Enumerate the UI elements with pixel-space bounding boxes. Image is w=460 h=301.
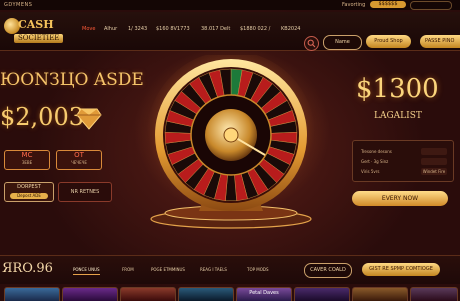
search-button[interactable] bbox=[304, 36, 319, 51]
game-thumb[interactable] bbox=[410, 287, 458, 301]
nav-item-3[interactable]: $160 8V1773 bbox=[156, 26, 190, 32]
detail-row-label: Gert · 3g Sinz bbox=[361, 159, 389, 164]
game-thumb[interactable] bbox=[294, 287, 350, 301]
tab-1[interactable]: FROM bbox=[122, 267, 134, 272]
detail-row: Viris 5vrs Windet Fire bbox=[361, 167, 449, 176]
tab-0[interactable]: PONCE UNUS bbox=[73, 267, 100, 275]
nav-item-2[interactable]: 1/ 3243 bbox=[128, 26, 147, 32]
stat-label-1: ЗЕВЕ bbox=[21, 160, 33, 165]
logo-line-2: SOCIETIEE bbox=[14, 34, 64, 43]
search-icon bbox=[307, 39, 316, 48]
game-thumb[interactable] bbox=[120, 287, 176, 301]
nav-item-6[interactable]: KB2024 bbox=[281, 26, 300, 32]
game-thumb[interactable] bbox=[178, 287, 234, 301]
diamond-icon bbox=[76, 108, 102, 130]
name-button[interactable]: Name bbox=[323, 35, 362, 50]
game-thumb-label: Petal Daves bbox=[249, 290, 279, 296]
game-thumb[interactable] bbox=[352, 287, 408, 301]
detail-row-value[interactable] bbox=[421, 158, 447, 165]
every-now-button[interactable]: EVERY NOW bbox=[352, 191, 448, 206]
deposit-button[interactable]: DORPEST Depost ADE bbox=[4, 182, 54, 202]
nav-item-1[interactable]: Alhur bbox=[104, 26, 117, 32]
detail-row-value[interactable]: Windet Fire bbox=[421, 168, 447, 175]
game-thumb[interactable] bbox=[62, 287, 118, 301]
shop-button[interactable]: Proud Shop bbox=[366, 35, 411, 48]
top-bar: GDYMENS Favorting $$$$$$ bbox=[0, 0, 460, 10]
jackpot-label: LAGALIST bbox=[374, 111, 422, 121]
jackpot-amount: $1300 bbox=[356, 74, 439, 104]
account-balance-button[interactable]: $$$$$$ bbox=[370, 1, 406, 8]
game-thumbnails: Petal Daves bbox=[0, 287, 460, 301]
detail-row: Gert · 3g Sinz bbox=[361, 157, 449, 166]
retry-button[interactable]: NR RETNES bbox=[58, 182, 112, 202]
detail-row-label: Viris 5vrs bbox=[361, 169, 380, 174]
tab-2[interactable]: POGE ETMMINUS bbox=[151, 267, 185, 272]
pass-button[interactable]: PASSE PINO bbox=[420, 35, 460, 48]
wheel-center-cap bbox=[223, 127, 239, 143]
game-thumb[interactable]: Petal Daves bbox=[236, 287, 292, 301]
roulette-wheel[interactable] bbox=[145, 55, 317, 235]
jackpot-details: Tresone desons Gert · 3g Sinz Viris 5vrs… bbox=[352, 140, 454, 182]
stat-value-2: OT bbox=[74, 151, 84, 159]
detail-row: Tresone desons bbox=[361, 147, 449, 156]
bottom-title: ЯRO.96 bbox=[2, 261, 53, 276]
deposit-sub-button[interactable]: Depost ADE bbox=[10, 193, 48, 199]
favorites-link[interactable]: Favorting bbox=[342, 2, 365, 8]
nav-item-4[interactable]: 38.017 Delt bbox=[201, 26, 230, 32]
nav-item-0[interactable]: Move bbox=[82, 26, 95, 32]
hero-title: ЮОNЗЦО ASDE bbox=[0, 70, 144, 90]
nav-item-5[interactable]: $1880 022 / bbox=[240, 26, 270, 32]
detail-row-value[interactable] bbox=[421, 148, 447, 155]
stat-label-2: ЧЕЧЕЧЕ bbox=[71, 160, 87, 165]
deposit-label: DORPEST bbox=[17, 184, 41, 190]
cover-button[interactable]: CAVER COALD bbox=[304, 263, 352, 278]
hero-amount: $2,003 bbox=[0, 103, 84, 131]
logo-line-1: CASH bbox=[18, 18, 54, 31]
tab-3[interactable]: REAG I TAELS bbox=[200, 267, 227, 272]
user-menu-button[interactable] bbox=[410, 1, 452, 10]
detail-row-label: Tresone desons bbox=[361, 149, 392, 154]
bottom-bar: ЯRO.96 PONCE UNUS FROM POGE ETMMINUS REA… bbox=[0, 255, 460, 284]
tab-4[interactable]: TOP MODS bbox=[247, 267, 269, 272]
main-header: CASH SOCIETIEE Move Alhur 1/ 3243 $160 8… bbox=[0, 12, 460, 51]
casino-logo[interactable]: CASH SOCIETIEE bbox=[4, 16, 78, 48]
stat-box-1: MC ЗЕВЕ bbox=[4, 150, 50, 170]
brand-text: GDYMENS bbox=[4, 2, 33, 8]
stat-value-1: MC bbox=[21, 151, 33, 159]
stat-box-2: OT ЧЕЧЕЧЕ bbox=[56, 150, 102, 170]
get-button[interactable]: GIST RE SPMP COMTIOGE bbox=[362, 263, 440, 276]
game-thumb[interactable] bbox=[4, 287, 60, 301]
